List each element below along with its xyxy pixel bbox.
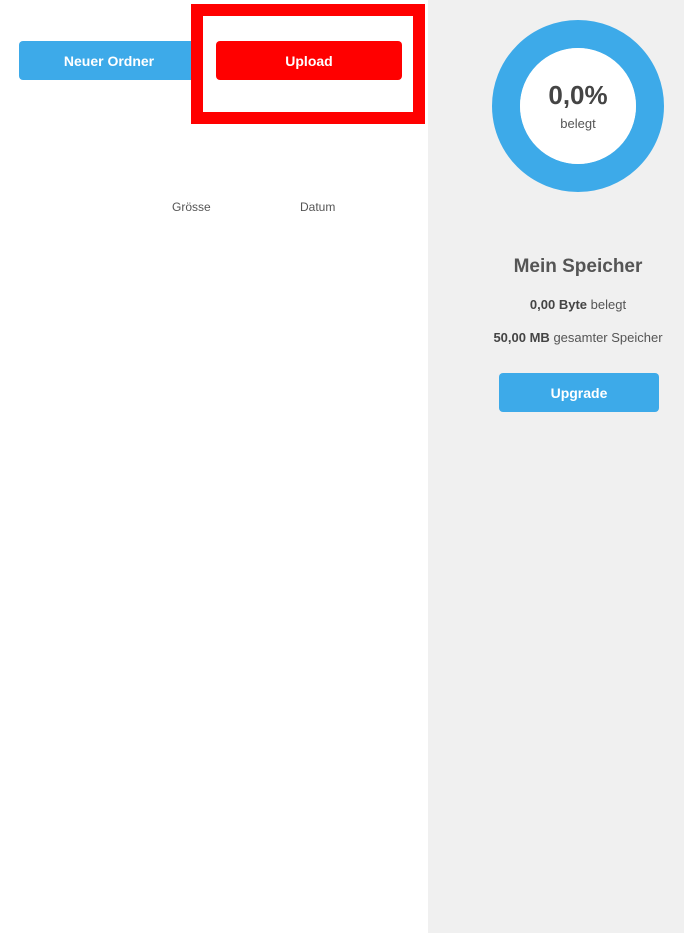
storage-used-suffix: belegt [590, 297, 627, 312]
storage-used-amount: 0,00 Byte [529, 297, 588, 312]
upload-button[interactable]: Upload [216, 41, 402, 80]
storage-total-suffix: gesamter Speicher [553, 330, 663, 345]
column-header-size[interactable]: Grösse [172, 200, 211, 214]
donut-center-label: 0,0% belegt [492, 20, 664, 192]
storage-percent-label: belegt [560, 115, 596, 131]
storage-used-line: 0,00 Byte belegt [428, 297, 684, 312]
storage-total-amount: 50,00 MB [493, 330, 550, 345]
storage-panel: 0,0% belegt Mein Speicher 0,00 Byte bele… [428, 0, 684, 933]
upgrade-button[interactable]: Upgrade [499, 373, 659, 412]
storage-title: Mein Speicher [513, 256, 643, 277]
storage-percent: 0,0% [548, 79, 608, 110]
column-header-date[interactable]: Datum [300, 200, 335, 214]
new-folder-button[interactable]: Neuer Ordner [19, 41, 199, 80]
page: Neuer Ordner Upload Grösse Datum 0,0% be… [0, 0, 684, 933]
storage-total-line: 50,00 MB gesamter Speicher [428, 330, 684, 345]
